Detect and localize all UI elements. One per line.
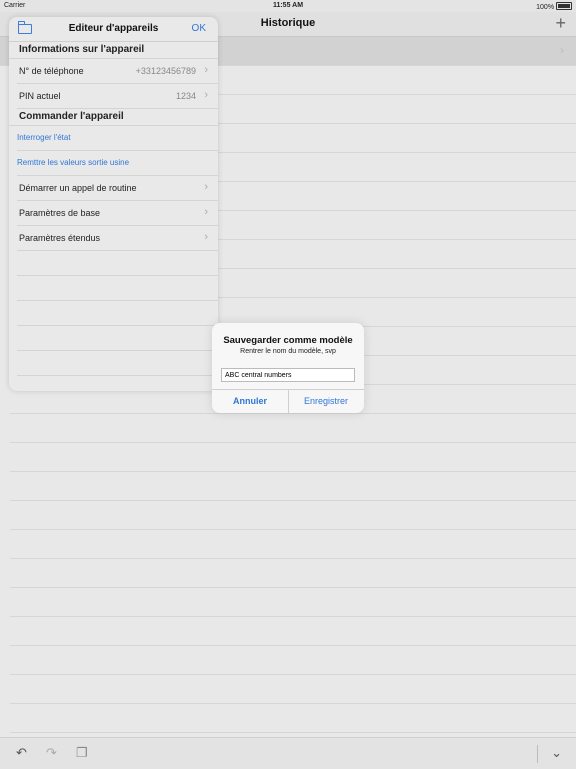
battery-percent: 100% (536, 4, 555, 11)
redo-icon[interactable]: ↷ (46, 745, 57, 761)
pin-value: 1234 (175, 91, 196, 101)
query-status-row[interactable]: Interroger l'état (17, 126, 218, 151)
list-item (10, 704, 576, 733)
empty-row (17, 351, 218, 376)
dialog-title: Sauvegarder comme modèle (223, 335, 353, 346)
list-item (10, 443, 576, 472)
query-status-link[interactable]: Interroger l'état (17, 133, 71, 142)
routine-call-row[interactable]: Démarrer un appel de routine › (17, 176, 218, 201)
cancel-button[interactable]: Annuler (212, 396, 288, 406)
dialog-message: Rentrer le nom du modèle, svp (240, 348, 336, 355)
basic-settings-row[interactable]: Paramètres de base › (17, 201, 218, 226)
keyboard-toolbar: ↶ ↷ ❐ ⌄ (0, 737, 576, 769)
dialog-buttons: Annuler Enregistrer (212, 389, 364, 413)
list-item (10, 414, 576, 443)
empty-row (17, 326, 218, 351)
battery-indicator: 100% (536, 2, 572, 11)
list-item (10, 559, 576, 588)
phone-number-row[interactable]: N° de téléphone +33123456789 › (17, 59, 218, 84)
panel-header: Editeur d'appareils OK (9, 17, 218, 42)
pin-label: PIN actuel (19, 91, 61, 101)
list-item (10, 646, 576, 675)
chevron-right-icon: › (204, 181, 208, 193)
template-name-input[interactable] (221, 368, 355, 382)
extended-settings-row[interactable]: Paramètres étendus › (17, 226, 218, 251)
empty-row (17, 251, 218, 276)
toolbar-divider (537, 745, 538, 763)
chevron-right-icon: › (204, 89, 208, 101)
status-bar: Carrier 11:55 AM 100% (0, 0, 576, 12)
extended-settings-label: Paramètres étendus (19, 233, 101, 243)
chevron-down-icon[interactable]: ⌄ (551, 745, 562, 761)
ok-button[interactable]: OK (192, 23, 206, 34)
section-header-command: Commander l'appareil (9, 109, 218, 126)
panel-title: Editeur d'appareils (68, 23, 159, 34)
device-editor-panel: Editeur d'appareils OK Informations sur … (9, 17, 218, 391)
chevron-right-icon: › (204, 231, 208, 243)
list-item (10, 617, 576, 646)
list-item (10, 588, 576, 617)
empty-row (17, 276, 218, 301)
save-template-dialog: Sauvegarder comme modèle Rentrer le nom … (212, 323, 364, 413)
battery-icon (556, 2, 572, 10)
chevron-right-icon: › (204, 64, 208, 76)
chevron-right-icon: › (560, 43, 564, 57)
phone-number-value: +33123456789 (135, 66, 196, 76)
factory-reset-link[interactable]: Remttre les valeurs sortie usine (17, 158, 129, 167)
undo-icon[interactable]: ↶ (16, 745, 27, 761)
list-item (10, 472, 576, 501)
chevron-right-icon: › (204, 206, 208, 218)
save-button[interactable]: Enregistrer (288, 396, 364, 406)
section-header-info: Informations sur l'appareil (9, 42, 218, 59)
copy-icon[interactable]: ❐ (76, 745, 88, 761)
basic-settings-label: Paramètres de base (19, 208, 101, 218)
clock: 11:55 AM (272, 2, 304, 9)
factory-reset-row[interactable]: Remttre les valeurs sortie usine (17, 151, 218, 176)
empty-row (17, 301, 218, 326)
routine-call-label: Démarrer un appel de routine (19, 183, 137, 193)
plus-icon[interactable]: + (555, 13, 566, 33)
list-item (10, 675, 576, 704)
list-item (10, 501, 576, 530)
phone-number-label: N° de téléphone (19, 66, 84, 76)
pin-row[interactable]: PIN actuel 1234 › (17, 84, 218, 109)
list-item (10, 530, 576, 559)
